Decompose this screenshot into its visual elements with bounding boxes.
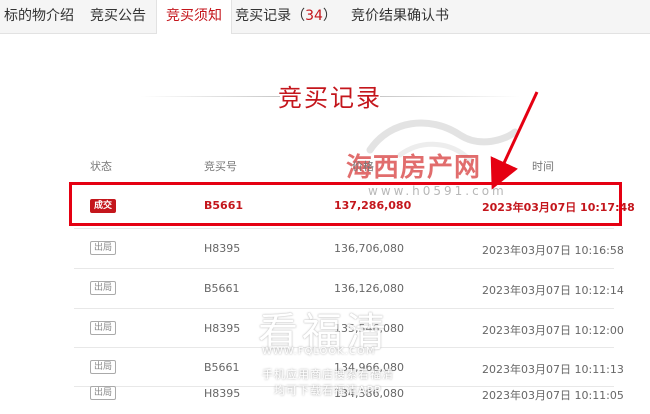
tab-count-badge: 34 [305,8,323,24]
tab-label: 竞买记录 [235,8,292,24]
section-title: 竞买记录 [278,84,382,112]
bid-time: 2023年03月07日 10:12:14 [482,284,624,297]
tab-bar: 标的物介绍 竞买公告 竞买须知 竞买记录（34） 竞价结果确认书 [0,0,650,34]
tab-label: 竞买公告 [90,8,146,24]
highlight-box [69,182,622,226]
status-badge: 出局 [90,281,117,295]
tab-label: 标的物介绍 [4,8,74,24]
tab-label: 竞买须知 [166,8,222,24]
status-badge: 出局 [90,360,117,374]
bid-number: H8395 [204,242,241,255]
bid-time: 2023年03月07日 10:16:58 [482,244,624,257]
tab-item-intro[interactable]: 标的物介绍 [0,0,78,33]
header-price: 价格 [352,160,374,173]
status-badge: 出局 [90,321,117,335]
tab-bidding-rules[interactable]: 竞买须知 [156,0,232,34]
bid-price: 136,706,080 [334,242,404,255]
tab-auction-notice[interactable]: 竞买公告 [80,0,156,33]
watermark-tagline: 手机应用商店搜索看福清 [262,368,394,381]
watermark-domain: WWW.FQLOOK.COM [262,346,376,357]
tab-bid-records[interactable]: 竞买记录（34） [234,0,338,33]
bid-number: H8395 [204,322,241,335]
table-row: 出局 H8395 136,706,080 2023年03月07日 10:16:5… [0,229,650,269]
header-bid-number: 竞买号 [204,160,237,173]
bid-number: H8395 [204,387,241,400]
table-header: 状态 竞买号 价格 时间 [0,158,650,176]
tab-label: 竞价结果确认书 [351,8,449,24]
watermark-tagline-2: 均可下载看福清APP [274,384,382,397]
bid-number: B5661 [204,361,240,374]
status-badge: 出局 [90,386,117,400]
header-time: 时间 [532,160,554,173]
header-status: 状态 [90,160,112,173]
bid-number: B5661 [204,282,240,295]
tab-result-confirmation[interactable]: 竞价结果确认书 [344,0,456,33]
bid-time: 2023年03月07日 10:11:05 [482,389,624,402]
status-badge: 出局 [90,241,117,255]
bid-price: 136,126,080 [334,282,404,295]
bid-time: 2023年03月07日 10:12:00 [482,324,624,337]
